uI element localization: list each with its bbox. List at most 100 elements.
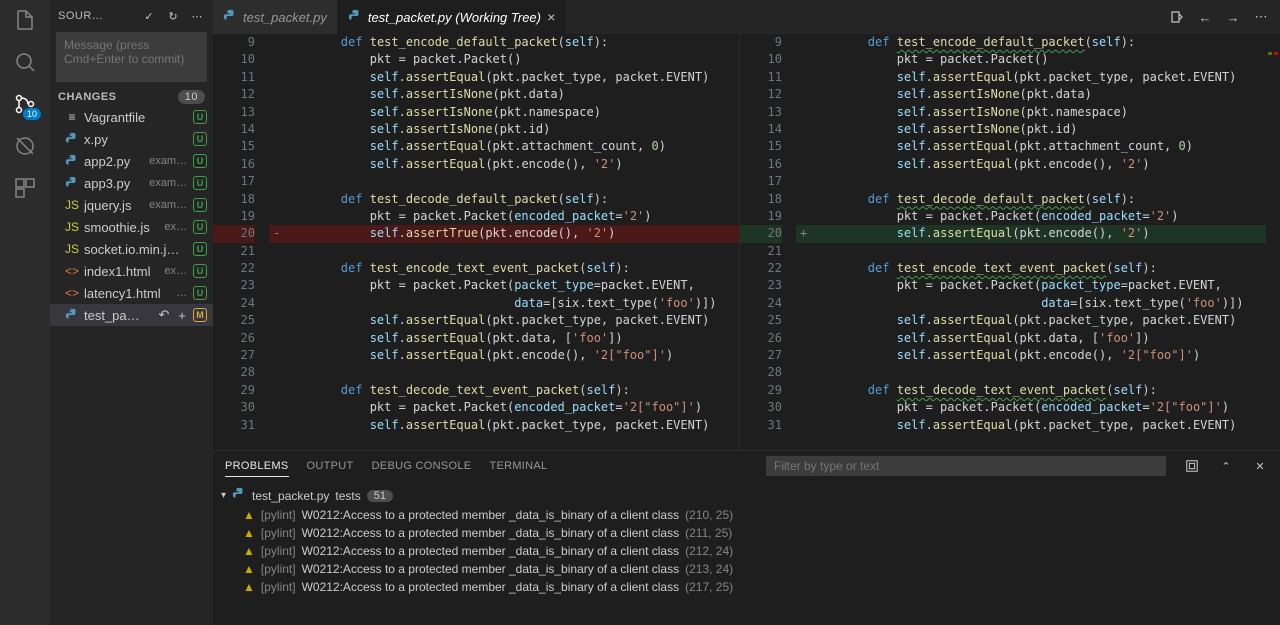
more-icon[interactable]: ⋯ [189, 8, 205, 24]
commit-icon[interactable]: ✓ [141, 8, 157, 24]
prev-icon[interactable]: ← [1196, 8, 1214, 26]
code-line[interactable]: self.assertIsNone(pkt.namespace) [269, 104, 739, 121]
files-icon[interactable] [13, 8, 37, 32]
code-line[interactable]: self.assertEqual(pkt.encode(), '2["foo"]… [796, 347, 1266, 364]
tab-label: test_packet.py (Working Tree) [368, 10, 541, 25]
collapse-icon[interactable] [1184, 458, 1200, 474]
code-line[interactable]: pkt = packet.Packet(encoded_packet='2["f… [269, 399, 739, 416]
code-line[interactable] [796, 243, 1266, 260]
file-row[interactable]: JSsocket.io.min.j…U [50, 238, 213, 260]
commit-message-input[interactable] [56, 32, 207, 82]
file-row[interactable]: <>latency1.html…U [50, 282, 213, 304]
extensions-icon[interactable] [13, 176, 37, 200]
code-line[interactable]: data=[six.text_type('foo')]) [796, 295, 1266, 312]
code-line[interactable]: self.assertIsNone(pkt.id) [796, 121, 1266, 138]
code-line[interactable]: def test_encode_text_event_packet(self): [796, 260, 1266, 277]
problem-item[interactable]: ▲[pylint]W0212:Access to a protected mem… [213, 524, 1280, 542]
refresh-icon[interactable]: ↻ [165, 8, 181, 24]
code-line[interactable]: self.assertEqual(pkt.packet_type, packet… [269, 417, 739, 434]
code-line[interactable]: + self.assertEqual(pkt.encode(), '2') [796, 225, 1266, 242]
stage-icon[interactable]: + [175, 308, 189, 322]
code-line[interactable]: self.assertEqual(pkt.packet_type, packet… [269, 69, 739, 86]
search-icon[interactable] [13, 50, 37, 74]
file-status: U [193, 264, 207, 278]
tab-debug-console[interactable]: DEBUG CONSOLE [372, 460, 472, 472]
code-line[interactable]: self.assertEqual(pkt.attachment_count, 0… [269, 138, 739, 155]
code-line[interactable]: pkt = packet.Packet(packet_type=packet.E… [796, 277, 1266, 294]
problem-item[interactable]: ▲[pylint]W0212:Access to a protected mem… [213, 560, 1280, 578]
code-line[interactable]: self.assertEqual(pkt.encode(), '2') [269, 156, 739, 173]
code-line[interactable]: data=[six.text_type('foo')]) [269, 295, 739, 312]
file-row[interactable]: JSjquery.jsexam…U [50, 194, 213, 216]
chevron-up-icon[interactable]: ⌃ [1218, 458, 1234, 474]
file-name: latency1.html [84, 286, 172, 301]
code-line[interactable]: def test_encode_default_packet(self): [269, 34, 739, 51]
close-panel-icon[interactable]: ✕ [1252, 458, 1268, 474]
problem-item[interactable]: ▲[pylint]W0212:Access to a protected mem… [213, 578, 1280, 596]
code-line[interactable]: - self.assertTrue(pkt.encode(), '2') [269, 225, 739, 242]
filter-input[interactable] [766, 456, 1166, 476]
file-row[interactable]: test_pa…↶+M [50, 304, 213, 326]
editor-tab[interactable]: test_packet.py [213, 0, 338, 34]
left-pane[interactable]: 9101112131415161718192021222324252627282… [213, 34, 739, 450]
code-line[interactable] [796, 173, 1266, 190]
code-line[interactable]: self.assertEqual(pkt.packet_type, packet… [796, 417, 1266, 434]
code-line[interactable] [269, 173, 739, 190]
code-line[interactable]: pkt = packet.Packet(encoded_packet='2') [796, 208, 1266, 225]
file-name: smoothie.js [84, 220, 160, 235]
python-icon [223, 9, 237, 26]
file-row[interactable]: <>index1.htmlex…U [50, 260, 213, 282]
code-line[interactable] [269, 364, 739, 381]
file-row[interactable]: JSsmoothie.jsex…U [50, 216, 213, 238]
discard-icon[interactable]: ↶ [157, 308, 171, 322]
code-line[interactable]: self.assertEqual(pkt.data, ['foo']) [269, 330, 739, 347]
problem-item[interactable]: ▲[pylint]W0212:Access to a protected mem… [213, 506, 1280, 524]
code-line[interactable] [269, 243, 739, 260]
code-line[interactable]: def test_encode_default_packet(self): [796, 34, 1266, 51]
code-line[interactable]: def test_encode_text_event_packet(self): [269, 260, 739, 277]
code-line[interactable]: self.assertIsNone(pkt.id) [269, 121, 739, 138]
file-path: … [176, 287, 187, 299]
code-line[interactable]: self.assertEqual(pkt.packet_type, packet… [796, 69, 1266, 86]
code-line[interactable]: self.assertEqual(pkt.encode(), '2["foo"]… [269, 347, 739, 364]
code-line[interactable]: self.assertEqual(pkt.attachment_count, 0… [796, 138, 1266, 155]
problem-file[interactable]: ▾test_packet.pytests51 [213, 485, 1280, 506]
code-line[interactable]: def test_decode_text_event_packet(self): [796, 382, 1266, 399]
editor-tab[interactable]: test_packet.py (Working Tree) × [338, 0, 566, 34]
code-line[interactable]: pkt = packet.Packet(encoded_packet='2["f… [796, 399, 1266, 416]
open-changes-icon[interactable] [1168, 8, 1186, 26]
code-line[interactable]: pkt = packet.Packet(packet_type=packet.E… [269, 277, 739, 294]
next-icon[interactable]: → [1224, 8, 1242, 26]
code-line[interactable]: def test_decode_default_packet(self): [269, 191, 739, 208]
more-tab-icon[interactable]: ⋯ [1252, 8, 1270, 26]
code-line[interactable]: def test_decode_default_packet(self): [796, 191, 1266, 208]
code-line[interactable]: self.assertIsNone(pkt.namespace) [796, 104, 1266, 121]
file-row[interactable]: app2.pyexam…U [50, 150, 213, 172]
file-row[interactable]: ≡VagrantfileU [50, 106, 213, 128]
code-line[interactable]: def test_decode_text_event_packet(self): [269, 382, 739, 399]
code-line[interactable] [796, 364, 1266, 381]
tab-output[interactable]: OUTPUT [307, 460, 354, 472]
code-line[interactable]: self.assertIsNone(pkt.data) [269, 86, 739, 103]
code-line[interactable]: pkt = packet.Packet() [269, 51, 739, 68]
overview-ruler[interactable] [1266, 34, 1280, 450]
file-row[interactable]: x.pyU [50, 128, 213, 150]
tab-problems[interactable]: PROBLEMS [225, 460, 289, 477]
code-line[interactable]: self.assertEqual(pkt.packet_type, packet… [796, 312, 1266, 329]
code-line[interactable]: self.assertIsNone(pkt.data) [796, 86, 1266, 103]
changes-header[interactable]: CHANGES 10 [50, 88, 213, 106]
code-line[interactable]: self.assertEqual(pkt.packet_type, packet… [269, 312, 739, 329]
close-tab-icon[interactable]: × [547, 9, 555, 25]
problem-item[interactable]: ▲[pylint]W0212:Access to a protected mem… [213, 542, 1280, 560]
file-row[interactable]: app3.pyexam…U [50, 172, 213, 194]
problem-source: [pylint] [261, 508, 296, 522]
tab-terminal[interactable]: TERMINAL [489, 460, 547, 472]
code-line[interactable]: pkt = packet.Packet(encoded_packet='2') [269, 208, 739, 225]
scm-icon[interactable]: 10 [13, 92, 37, 116]
right-pane[interactable]: 9101112131415161718192021222324252627282… [740, 34, 1266, 450]
code-line[interactable]: self.assertEqual(pkt.encode(), '2') [796, 156, 1266, 173]
code-line[interactable]: pkt = packet.Packet() [796, 51, 1266, 68]
code-line[interactable]: self.assertEqual(pkt.data, ['foo']) [796, 330, 1266, 347]
debug-icon[interactable] [13, 134, 37, 158]
file-icon: JS [64, 197, 80, 213]
